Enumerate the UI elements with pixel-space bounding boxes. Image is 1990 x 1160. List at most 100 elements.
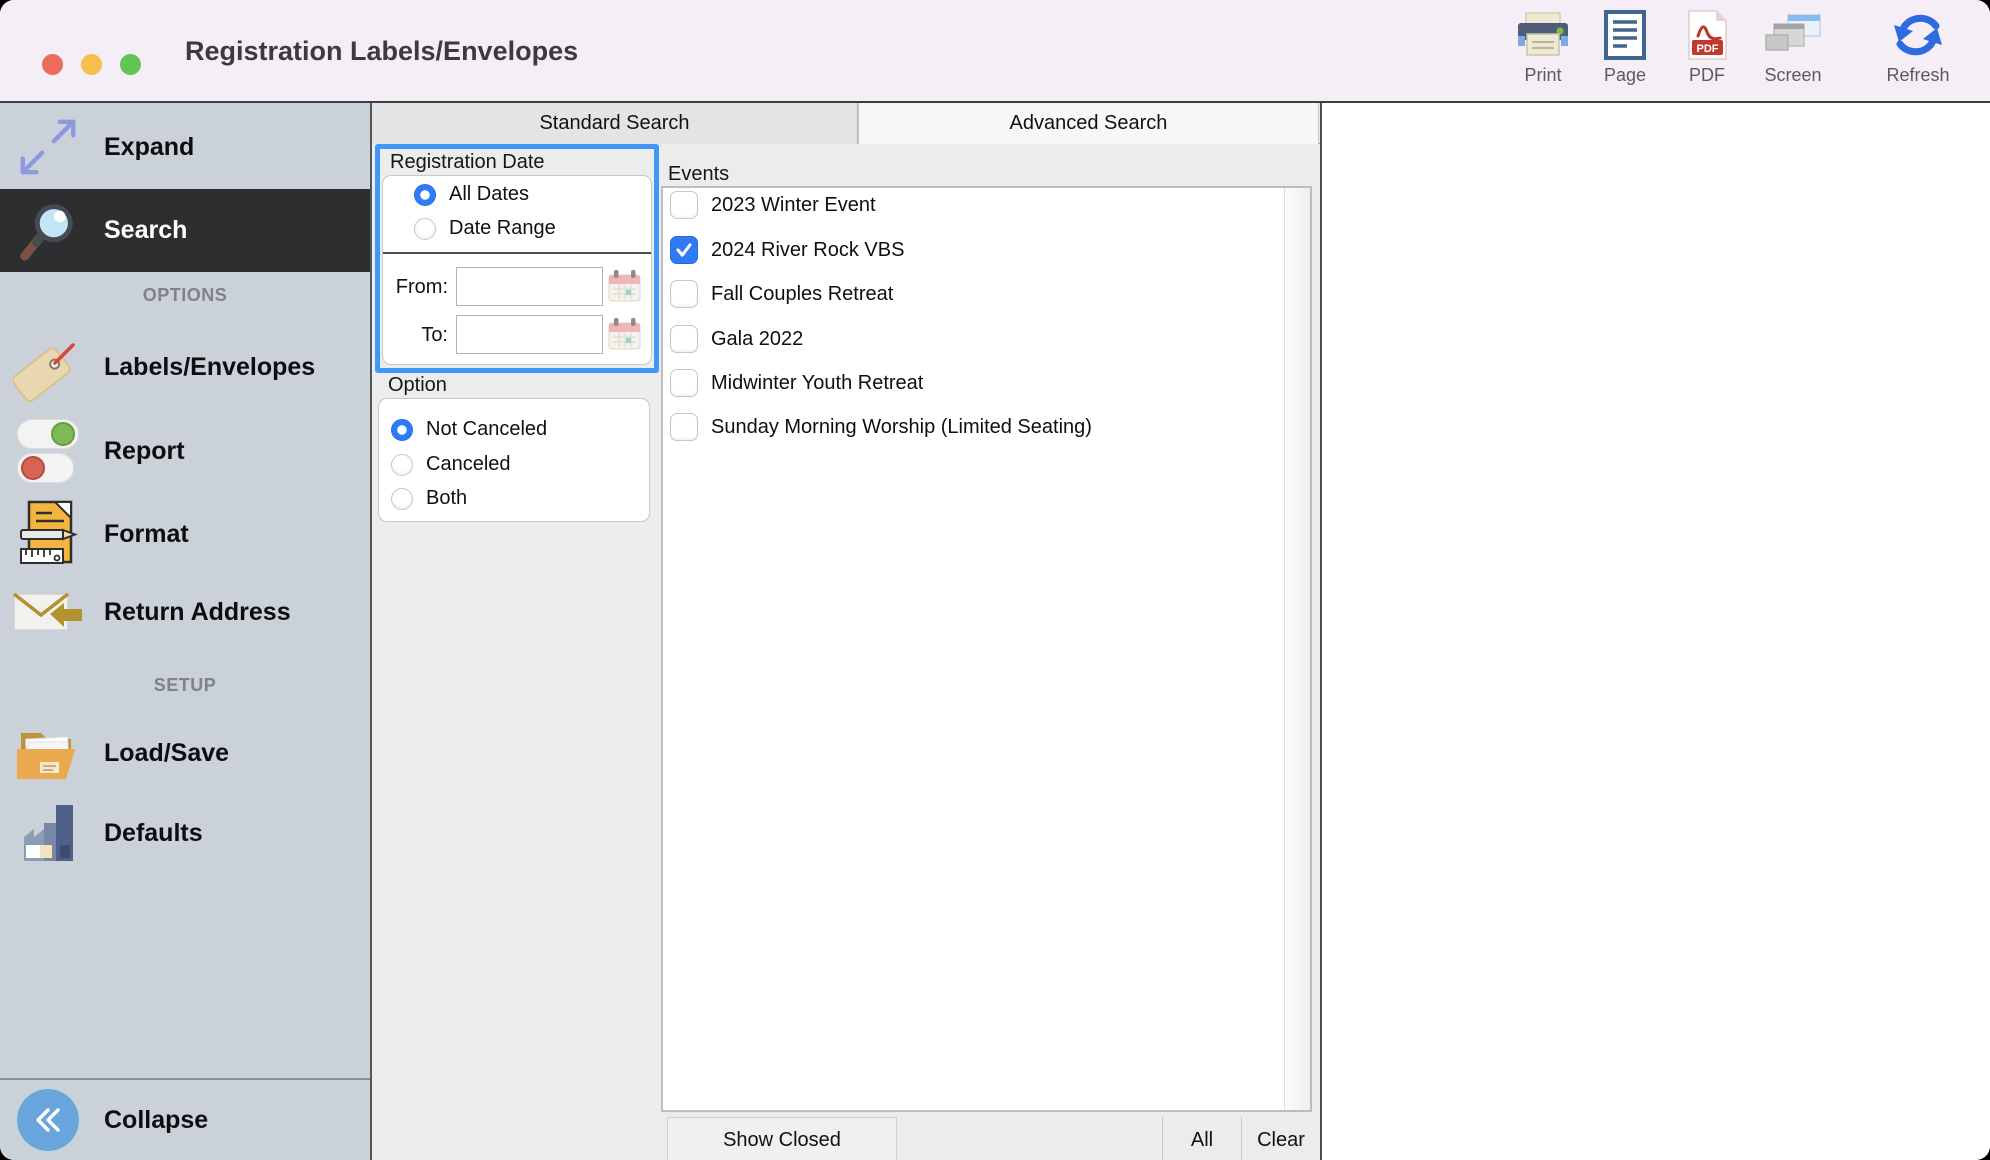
checkbox[interactable] <box>670 191 698 219</box>
event-label: Fall Couples Retreat <box>711 282 894 305</box>
event-row[interactable]: 2024 River Rock VBS <box>663 228 904 272</box>
sidebar-item-collapse[interactable]: Collapse <box>0 1080 370 1160</box>
radio-button[interactable] <box>414 217 436 240</box>
refresh-icon <box>1891 10 1945 60</box>
collapse-icon <box>12 1089 84 1151</box>
clear-selection-button[interactable]: Clear <box>1241 1117 1320 1160</box>
envelope-arrow-icon <box>12 584 84 640</box>
to-date-input[interactable] <box>456 315 603 354</box>
format-document-icon <box>12 499 84 569</box>
print-button[interactable]: Print <box>1508 10 1578 86</box>
radio-button[interactable] <box>414 183 436 206</box>
registration-date-group: Registration Date All Dates Date Range F… <box>375 144 659 373</box>
event-row[interactable]: Sunday Morning Worship (Limited Seating) <box>663 405 1092 449</box>
radio-label: Both <box>426 487 468 509</box>
radio-label: Not Canceled <box>426 418 548 440</box>
title-bar: Registration Labels/Envelopes Print Page… <box>0 0 1990 103</box>
event-label: 2023 Winter Event <box>711 193 876 216</box>
print-button-label: Print <box>1524 65 1562 85</box>
sidebar-item-defaults[interactable]: Defaults <box>0 793 370 873</box>
option-title: Option <box>388 374 447 396</box>
event-row[interactable]: Midwinter Youth Retreat <box>663 361 923 405</box>
divider <box>383 252 651 254</box>
radio-button[interactable] <box>391 453 413 476</box>
event-label: Gala 2022 <box>711 327 804 350</box>
sidebar-item-search[interactable]: Search <box>0 189 370 272</box>
minimize-window-button[interactable] <box>81 54 102 75</box>
events-scrollbar[interactable] <box>1284 188 1310 1110</box>
sidebar: Expand Search OPTIONS Labels/Envelopes R… <box>0 103 372 1160</box>
radio-date-range[interactable]: Date Range <box>414 217 556 240</box>
checkbox[interactable] <box>670 280 698 308</box>
screen-button[interactable]: Screen <box>1754 10 1832 86</box>
select-all-button[interactable]: All <box>1163 1117 1241 1160</box>
printer-icon <box>1515 10 1571 60</box>
folder-icon <box>12 721 84 785</box>
event-label: Sunday Morning Worship (Limited Seating) <box>711 415 1092 438</box>
refresh-button[interactable]: Refresh <box>1876 10 1960 86</box>
sidebar-item-label: Expand <box>104 132 195 161</box>
radio-label: All Dates <box>449 183 530 205</box>
sidebar-item-expand[interactable]: Expand <box>0 107 370 187</box>
sidebar-section-options: OPTIONS <box>142 285 228 305</box>
all-clear-group: All Clear <box>1162 1117 1320 1160</box>
from-calendar-button[interactable] <box>607 269 643 303</box>
expand-icon <box>12 114 84 180</box>
pdf-icon: PDF <box>1684 10 1730 60</box>
window-title: Registration Labels/Envelopes <box>185 36 579 66</box>
pdf-button[interactable]: PDF PDF <box>1672 10 1742 86</box>
page-icon <box>1604 10 1646 60</box>
zoom-window-button[interactable] <box>120 54 141 75</box>
registration-date-box: All Dates Date Range From: To: <box>382 175 652 365</box>
radio-button[interactable] <box>391 418 413 441</box>
tab-advanced-search[interactable]: Advanced Search <box>858 103 1319 144</box>
event-row[interactable]: Fall Couples Retreat <box>663 272 893 316</box>
sidebar-item-return-address[interactable]: Return Address <box>0 572 370 652</box>
events-title: Events <box>668 163 730 185</box>
from-label: From: <box>395 276 448 298</box>
radio-not-canceled[interactable]: Not Canceled <box>391 418 547 441</box>
radio-both[interactable]: Both <box>391 487 467 510</box>
to-label: To: <box>421 324 448 346</box>
toggles-icon <box>12 419 84 483</box>
screen-icon <box>1764 10 1822 60</box>
close-window-button[interactable] <box>42 54 63 75</box>
to-calendar-button[interactable] <box>607 317 643 351</box>
radio-all-dates[interactable]: All Dates <box>414 183 529 206</box>
screen-button-label: Screen <box>1764 65 1822 85</box>
from-date-input[interactable] <box>456 267 603 306</box>
search-panel: Standard Search Advanced Search Registra… <box>372 103 1322 1160</box>
sidebar-item-label: Report <box>104 436 185 465</box>
registration-date-title: Registration Date <box>390 151 545 173</box>
results-pane <box>1324 103 1990 1160</box>
event-row[interactable]: 2023 Winter Event <box>663 188 876 227</box>
radio-label: Canceled <box>426 453 511 475</box>
sidebar-item-labels-envelopes[interactable]: Labels/Envelopes <box>0 327 370 407</box>
sidebar-item-label: Defaults <box>104 818 203 847</box>
radio-label: Date Range <box>449 217 556 239</box>
sidebar-item-label: Search <box>104 216 188 244</box>
sidebar-item-report[interactable]: Report <box>0 411 370 491</box>
factory-chart-icon <box>12 801 84 865</box>
page-button-label: Page <box>1603 65 1647 85</box>
search-icon <box>12 198 84 264</box>
checkbox[interactable] <box>670 413 698 441</box>
tag-icon <box>12 330 84 404</box>
checkbox[interactable] <box>670 369 698 397</box>
tab-standard-search[interactable]: Standard Search <box>372 103 858 144</box>
sidebar-item-load-save[interactable]: Load/Save <box>0 713 370 793</box>
event-row[interactable]: Gala 2022 <box>663 317 803 361</box>
radio-button[interactable] <box>391 487 413 510</box>
sidebar-item-label: Collapse <box>104 1105 209 1134</box>
refresh-button-label: Refresh <box>1886 65 1950 85</box>
radio-canceled[interactable]: Canceled <box>391 453 511 476</box>
checkbox[interactable] <box>670 236 698 264</box>
sidebar-item-label: Return Address <box>104 597 291 626</box>
page-button[interactable]: Page <box>1590 10 1660 86</box>
show-closed-button[interactable]: Show Closed <box>667 1117 897 1160</box>
sidebar-item-format[interactable]: Format <box>0 494 370 574</box>
svg-text:PDF: PDF <box>1697 43 1719 55</box>
events-list: 2023 Winter Event 2024 River Rock VBS Fa… <box>661 186 1312 1112</box>
sidebar-section-setup: SETUP <box>153 675 217 695</box>
checkbox[interactable] <box>670 325 698 353</box>
